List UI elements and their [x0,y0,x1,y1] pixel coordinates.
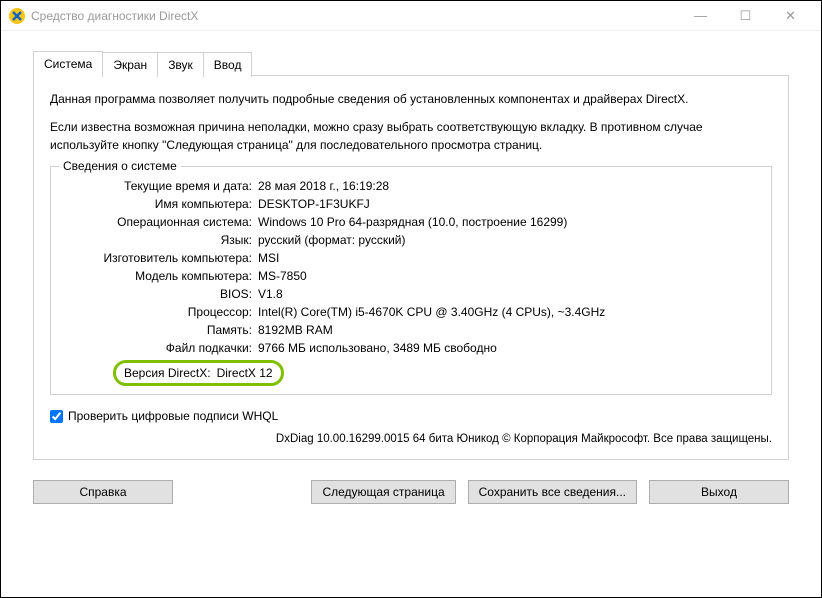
value-pagefile: 9766 МБ использовано, 3489 МБ свободно [258,341,759,355]
tab-screen[interactable]: Экран [102,52,158,77]
row-cpu: Процессор: Intel(R) Core(TM) i5-4670K CP… [63,303,759,321]
exit-button[interactable]: Выход [649,480,789,504]
value-directx-version: DirectX 12 [217,366,273,380]
footer-copyright: DxDiag 10.00.16299.0015 64 бита Юникод ©… [50,433,772,445]
save-all-button[interactable]: Сохранить все сведения... [468,480,637,504]
minimize-button[interactable]: — [678,2,723,30]
intro-text-1: Данная программа позволяет получить подр… [50,90,772,108]
row-os: Операционная система: Windows 10 Pro 64-… [63,213,759,231]
button-bar: Справка Следующая страница Сохранить все… [1,470,821,518]
intro-text-2: Если известна возможная причина неполадк… [50,118,772,154]
label-cpu: Процессор: [63,305,258,319]
window-title: Средство диагностики DirectX [31,9,678,23]
window-controls: — ☐ ✕ [678,2,813,30]
titlebar: Средство диагностики DirectX — ☐ ✕ [1,1,821,31]
label-lang: Язык: [63,233,258,247]
value-model: MS-7850 [258,269,759,283]
help-button[interactable]: Справка [33,480,173,504]
label-computer: Имя компьютера: [63,197,258,211]
row-computer: Имя компьютера: DESKTOP-1F3UKFJ [63,195,759,213]
system-info-group: Сведения о системе Текущие время и дата:… [50,166,772,395]
row-model: Модель компьютера: MS-7850 [63,267,759,285]
value-datetime: 28 мая 2018 г., 16:19:28 [258,179,759,193]
tab-bar: Система Экран Звук Ввод [33,51,789,76]
value-bios: V1.8 [258,287,759,301]
row-lang: Язык: русский (формат: русский) [63,231,759,249]
maximize-button[interactable]: ☐ [723,2,768,30]
content-area: Система Экран Звук Ввод Данная программа… [1,31,821,470]
whql-checkbox[interactable] [50,410,63,423]
label-directx-version: Версия DirectX: [124,366,217,380]
value-ram: 8192MB RAM [258,323,759,337]
label-pagefile: Файл подкачки: [63,341,258,355]
label-ram: Память: [63,323,258,337]
system-info-legend: Сведения о системе [59,159,181,173]
next-page-button[interactable]: Следующая страница [311,480,455,504]
row-manufacturer: Изготовитель компьютера: MSI [63,249,759,267]
whql-checkbox-row: Проверить цифровые подписи WHQL [50,409,772,423]
row-datetime: Текущие время и дата: 28 мая 2018 г., 16… [63,177,759,195]
tab-sound[interactable]: Звук [157,52,204,77]
row-ram: Память: 8192MB RAM [63,321,759,339]
tab-input[interactable]: Ввод [203,52,253,77]
tab-panel-system: Данная программа позволяет получить подр… [33,75,789,460]
value-manufacturer: MSI [258,251,759,265]
value-cpu: Intel(R) Core(TM) i5-4670K CPU @ 3.40GHz… [258,305,759,319]
label-model: Модель компьютера: [63,269,258,283]
value-lang: русский (формат: русский) [258,233,759,247]
row-directx-version-highlight: Версия DirectX: DirectX 12 [113,360,284,386]
close-button[interactable]: ✕ [768,2,813,30]
label-datetime: Текущие время и дата: [63,179,258,193]
label-os: Операционная система: [63,215,258,229]
tab-system[interactable]: Система [33,51,103,76]
label-bios: BIOS: [63,287,258,301]
dxdiag-icon [9,8,25,24]
value-os: Windows 10 Pro 64-разрядная (10.0, постр… [258,215,759,229]
value-computer: DESKTOP-1F3UKFJ [258,197,759,211]
row-bios: BIOS: V1.8 [63,285,759,303]
label-manufacturer: Изготовитель компьютера: [63,251,258,265]
whql-label[interactable]: Проверить цифровые подписи WHQL [68,409,278,423]
row-pagefile: Файл подкачки: 9766 МБ использовано, 348… [63,339,759,357]
button-spacer [185,480,299,504]
